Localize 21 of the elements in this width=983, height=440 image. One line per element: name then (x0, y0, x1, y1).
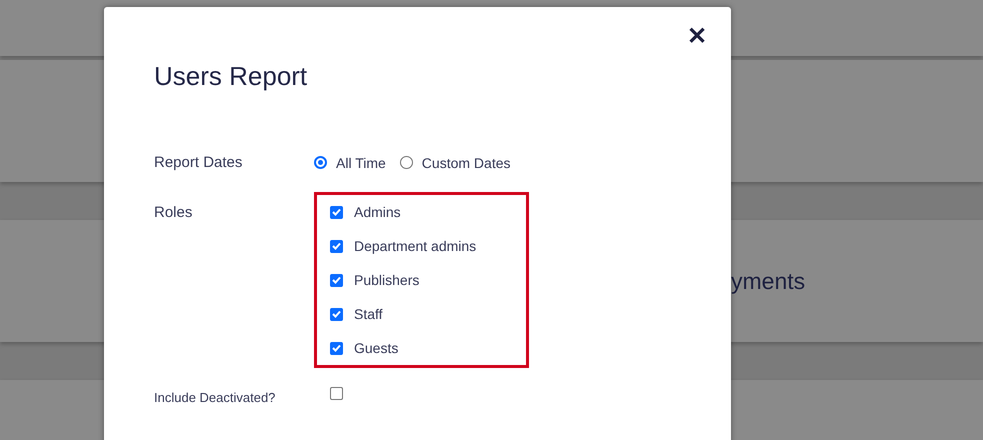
option-label: Custom Dates (422, 154, 510, 170)
radio-button[interactable] (400, 156, 413, 169)
checkbox-label: Department admins (354, 238, 476, 254)
checkbox[interactable] (330, 240, 343, 252)
dialog-title: Users Report (154, 61, 308, 92)
field-label: Include Deactivated? (154, 390, 276, 405)
radio-button[interactable] (314, 156, 327, 169)
checkbox[interactable] (330, 387, 343, 400)
card-title: yments (731, 268, 806, 294)
close-button[interactable]: ✕ (687, 25, 707, 49)
checkbox-label: Staff (354, 306, 383, 322)
field-label: Report Dates (154, 154, 244, 171)
checkbox-label: Guests (354, 340, 398, 356)
checkbox[interactable] (330, 206, 343, 218)
checkbox[interactable] (330, 342, 343, 354)
field-label: Roles (154, 204, 194, 221)
checkbox[interactable] (330, 274, 343, 286)
option-label: All Time (336, 154, 386, 170)
checkbox[interactable] (330, 308, 343, 320)
checkbox-label: Admins (354, 204, 401, 220)
checkbox-label: Publishers (354, 272, 420, 288)
